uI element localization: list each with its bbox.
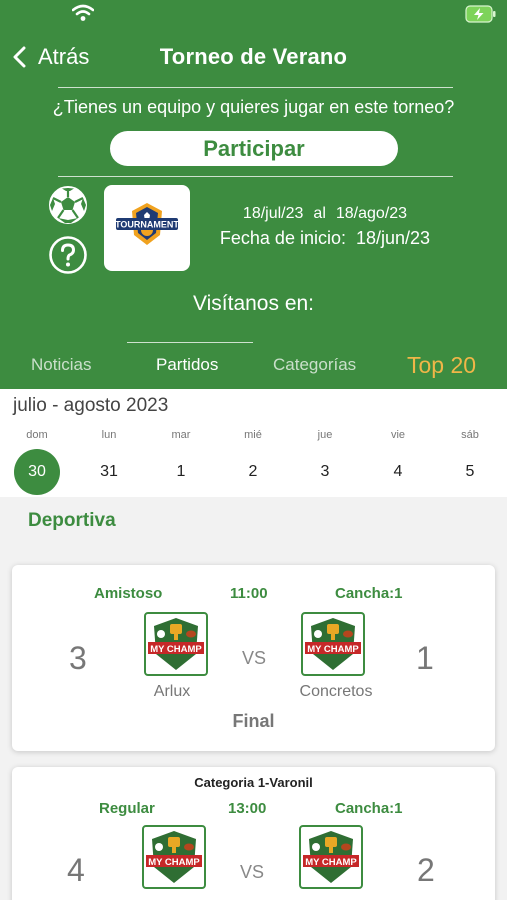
soccer-ball-icon[interactable] (48, 185, 88, 225)
weekday-label: vie (390, 429, 406, 441)
away-score: 1 (416, 640, 434, 676)
help-icon[interactable] (48, 235, 88, 275)
month-label: julio - agosto 2023 (13, 395, 169, 416)
start-date: Fecha de inicio: 18/jun/23 (205, 228, 445, 249)
tournament-emblem-icon: TOURNAMENT (115, 203, 179, 245)
team-badge-icon: MY CHAMP (142, 825, 206, 889)
tab-partidos[interactable]: Partidos (156, 355, 218, 375)
weekday-label: mié (244, 429, 262, 441)
match-type: Amistoso (94, 585, 163, 602)
team-badge-text: MY CHAMP (148, 857, 200, 868)
tab-noticias[interactable]: Noticias (31, 355, 91, 375)
match-time: 13:00 (228, 800, 267, 817)
weekday-label: dom (26, 429, 48, 441)
calendar-day[interactable]: 3 (302, 449, 348, 495)
vs-label: VS (240, 862, 265, 882)
weekday-label: jue (317, 429, 333, 441)
match-field: Cancha:1 (335, 800, 403, 817)
visit-label: Visítanos en: (192, 292, 315, 315)
section-title: Deportiva (28, 510, 116, 531)
divider (58, 87, 453, 88)
tab-categorias[interactable]: Categorías (273, 355, 356, 375)
page-title: Torneo de Verano (159, 44, 348, 69)
team-badge-text: MY CHAMP (307, 644, 359, 655)
weekday-label: sáb (461, 429, 479, 441)
date-to: 18/ago/23 (335, 205, 408, 222)
divider (58, 176, 453, 177)
start-value: 18/jun/23 (356, 228, 431, 248)
calendar-day[interactable]: 1 (158, 449, 204, 495)
match-field: Cancha:1 (335, 585, 403, 602)
home-score: 4 (67, 852, 85, 888)
participate-button[interactable]: Participar (110, 131, 398, 166)
home-score: 3 (69, 640, 87, 676)
team-badge-icon: MY CHAMP (299, 825, 363, 889)
divider (127, 342, 253, 343)
home-team-name: Arlux (153, 683, 191, 700)
calendar-day[interactable]: 5 (447, 449, 493, 495)
tournament-dates: 18/jul/23 al 18/ago/23 (205, 205, 445, 223)
status-bar (0, 0, 507, 30)
weekday-label: mar (171, 429, 191, 441)
match-time: 11:00 (230, 585, 268, 602)
week-calendar: julio - agosto 2023 dom lun mar mié jue … (0, 389, 507, 497)
weekday-label: lun (101, 429, 117, 441)
match-card[interactable]: Categoria 1-Varonil Regular 13:00 Cancha… (12, 767, 495, 900)
vs-label: VS (242, 648, 267, 668)
match-category: Categoria 1-Varonil (194, 775, 313, 790)
date-separator: al (313, 205, 326, 222)
tab-top20[interactable]: Top 20 (407, 352, 476, 379)
team-badge-text: MY CHAMP (305, 857, 357, 868)
date-from: 18/jul/23 (242, 205, 304, 222)
tournament-logo: TOURNAMENT (104, 185, 190, 271)
match-type: Regular (99, 800, 155, 817)
battery-charging-icon (465, 5, 496, 23)
match-status: Final (232, 711, 275, 731)
away-team-name: Concretos (299, 683, 373, 700)
calendar-day-selected[interactable]: 30 (14, 449, 60, 495)
team-badge-icon: MY CHAMP (301, 612, 365, 676)
away-score: 2 (417, 852, 435, 888)
calendar-day[interactable]: 2 (230, 449, 276, 495)
match-card[interactable]: Amistoso 11:00 Cancha:1 3 MY CHAMP VS MY… (12, 565, 495, 751)
tournament-logo-text: TOURNAMENT (115, 220, 179, 230)
calendar-day[interactable]: 4 (375, 449, 421, 495)
team-badge-text: MY CHAMP (150, 644, 202, 655)
team-badge-icon: MY CHAMP (144, 612, 208, 676)
tournament-header: Atrás Torneo de Verano ¿Tienes un equipo… (0, 0, 507, 389)
start-label: Fecha de inicio: (219, 228, 346, 248)
wifi-icon (72, 4, 94, 21)
calendar-day[interactable]: 31 (86, 449, 132, 495)
join-question: ¿Tienes un equipo y quieres jugar en est… (52, 97, 455, 117)
tab-bar: Noticias Partidos Categorías Top 20 (0, 352, 507, 381)
